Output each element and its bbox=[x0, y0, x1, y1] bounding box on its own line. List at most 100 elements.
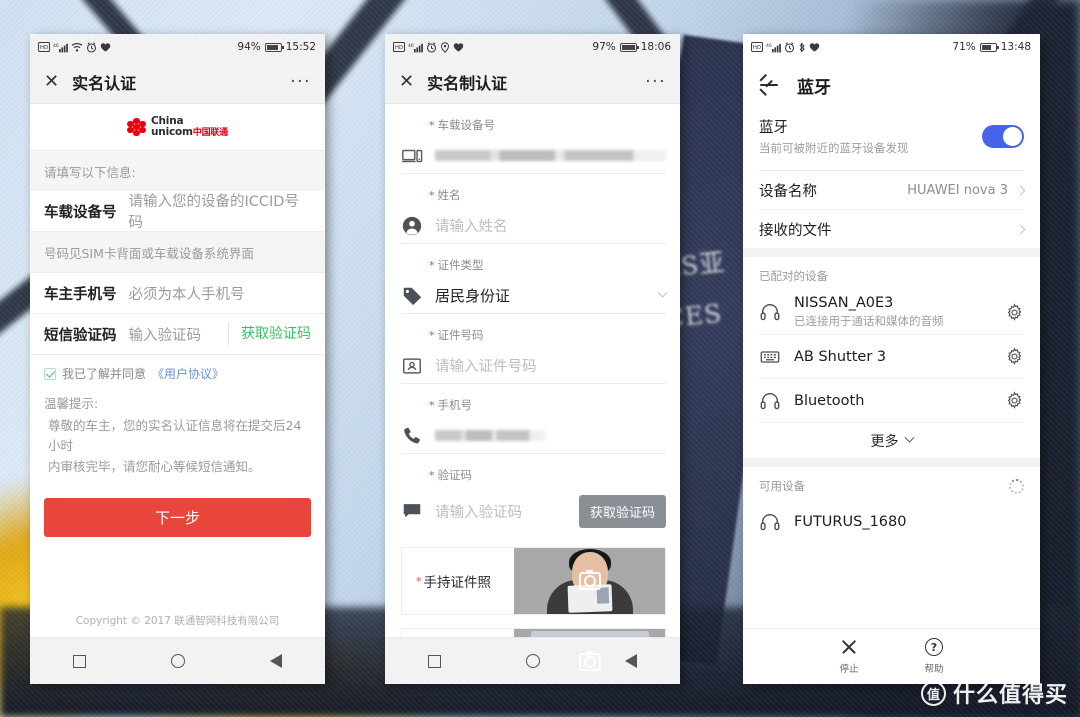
battery-percent: 94% bbox=[237, 41, 261, 53]
required-star: * bbox=[429, 469, 435, 482]
field-row-id-type[interactable]: 居民身份证 bbox=[401, 278, 668, 314]
agreement-checkbox[interactable] bbox=[44, 367, 56, 380]
field-label-verify-code: * 验证码 bbox=[429, 468, 472, 482]
android-nav-bar bbox=[30, 637, 325, 684]
help-question-icon: ? bbox=[925, 638, 943, 656]
more-dots-icon[interactable]: ··· bbox=[290, 72, 311, 92]
verification-form: * 车载设备号 * 姓名 请输入姓名 * 证件类型 居民身份证 * 证件号码 请… bbox=[385, 104, 680, 684]
name-input[interactable]: 请输入姓名 bbox=[435, 215, 508, 236]
field-row-id-number[interactable]: 请输入证件号码 bbox=[401, 348, 666, 384]
battery-percent: 97% bbox=[592, 41, 616, 53]
status-right: 71% 13:48 bbox=[952, 41, 1031, 53]
agreement-row[interactable]: 我已了解并同意 《用户协议》 bbox=[30, 355, 325, 388]
headset-icon bbox=[759, 301, 781, 323]
status-icons: HD 46 bbox=[751, 41, 820, 53]
camera-icon[interactable] bbox=[578, 570, 601, 590]
device-number-input[interactable]: 请输入您的设备的ICCID号码 bbox=[129, 190, 312, 232]
app-header: ✕ 实名认证 ··· bbox=[30, 60, 325, 104]
watermark-text: 什么值得买 bbox=[952, 683, 1068, 708]
page-title: 蓝牙 bbox=[797, 77, 831, 98]
svg-text:46: 46 bbox=[53, 43, 59, 49]
bluetooth-switch[interactable] bbox=[982, 124, 1024, 148]
gear-icon[interactable] bbox=[1005, 347, 1024, 366]
close-icon[interactable]: ✕ bbox=[399, 72, 414, 91]
upload-card-handheld-id[interactable]: *手持证件照 手持身份证照片，照片需清晰可辨认本人及身份证信息 bbox=[401, 547, 666, 615]
verify-code-input[interactable]: 请输入验证码 bbox=[435, 501, 522, 522]
field-row-sms-code[interactable]: 短信验证码 输入验证码 获取验证码 bbox=[30, 314, 325, 355]
keyboard-icon bbox=[759, 346, 781, 368]
id-type-value[interactable]: 居民身份证 bbox=[435, 285, 510, 306]
brand-line-2: unicom bbox=[151, 125, 193, 138]
row-label: 设备名称 bbox=[759, 183, 817, 200]
field-row-owner-phone[interactable]: 车主手机号 必须为本人手机号 bbox=[30, 273, 325, 314]
home-circle-icon[interactable] bbox=[525, 654, 540, 668]
back-arrow-icon[interactable] bbox=[759, 75, 779, 97]
camera-icon[interactable] bbox=[578, 651, 601, 671]
field-row-name[interactable]: 请输入姓名 bbox=[401, 208, 666, 244]
hd-icon: HD bbox=[38, 42, 50, 52]
paired-device-row[interactable]: Bluetooth bbox=[759, 378, 1024, 422]
get-sms-code-button[interactable]: 获取验证码 bbox=[228, 322, 311, 346]
field-row-device-number[interactable]: 车载设备号 请输入您的设备的ICCID号码 bbox=[30, 191, 325, 232]
more-dots-icon[interactable]: ··· bbox=[645, 72, 666, 92]
row-device-name[interactable]: 设备名称 HUAWEI nova 3 bbox=[759, 170, 1026, 209]
stop-scan-button[interactable]: 停止 bbox=[839, 638, 858, 675]
paired-device-row[interactable]: AB Shutter 3 bbox=[759, 334, 1024, 378]
svg-text:HD: HD bbox=[753, 45, 761, 51]
available-devices-title: 可用设备 bbox=[759, 479, 805, 493]
get-verify-code-button[interactable]: 获取验证码 bbox=[578, 494, 666, 528]
available-device-row[interactable]: FUTURUS_1680 bbox=[759, 500, 1024, 544]
clock: 13:48 bbox=[1000, 41, 1031, 53]
signal-icon: 46 bbox=[408, 42, 423, 53]
owner-phone-input[interactable]: 必须为本人手机号 bbox=[129, 283, 312, 304]
id-number-input[interactable]: 请输入证件号码 bbox=[435, 355, 537, 376]
field-label-device-number: * 车载设备号 bbox=[429, 118, 495, 132]
gear-icon[interactable] bbox=[1005, 391, 1024, 410]
device-number-value-redacted[interactable] bbox=[435, 150, 666, 161]
battery-icon bbox=[264, 42, 284, 52]
clock: 18:06 bbox=[640, 41, 671, 53]
svg-text:46: 46 bbox=[766, 43, 772, 49]
home-circle-icon[interactable] bbox=[170, 654, 185, 668]
chevron-down-icon[interactable] bbox=[657, 287, 668, 298]
signal-icon: 46 bbox=[766, 42, 781, 53]
bluetooth-toggle-sub: 当前可被附近的蓝牙设备发现 bbox=[759, 141, 909, 155]
hd-icon: HD bbox=[393, 42, 405, 52]
chevron-right-icon[interactable] bbox=[1015, 224, 1026, 234]
help-button[interactable]: ? 帮助 bbox=[925, 638, 944, 675]
paired-device-row[interactable]: NISSAN_A0E3 已连接用于通话和媒体的音频 bbox=[759, 290, 1024, 334]
svg-text:HD: HD bbox=[40, 45, 48, 51]
row-received-files[interactable]: 接收的文件 bbox=[759, 209, 1026, 248]
bluetooth-toggle-row[interactable]: 蓝牙 当前可被附近的蓝牙设备发现 bbox=[743, 110, 1040, 170]
upload-preview-handheld[interactable]: 手持身份证照片，照片需清晰可辨认本人及身份证信息 bbox=[514, 548, 665, 614]
next-step-button[interactable]: 下一步 bbox=[44, 497, 311, 537]
chevron-down-icon bbox=[904, 432, 914, 443]
recents-square-icon[interactable] bbox=[72, 654, 86, 668]
copyright-text: Copyright © 2017 联通智网科技有限公司 bbox=[75, 615, 280, 627]
device-name: Bluetooth bbox=[794, 392, 865, 409]
mobile-value-redacted[interactable] bbox=[435, 430, 545, 441]
field-row-verify-code[interactable]: 请输入验证码 获取验证码 bbox=[401, 488, 666, 534]
sms-code-input[interactable]: 输入验证码 bbox=[129, 324, 229, 345]
status-icons: HD 46 bbox=[393, 41, 464, 53]
back-triangle-icon[interactable] bbox=[270, 654, 283, 668]
field-label-id-type: * 证件类型 bbox=[429, 258, 484, 272]
user-agreement-link[interactable]: 《用户协议》 bbox=[152, 365, 224, 382]
chevron-right-icon[interactable] bbox=[1015, 185, 1026, 195]
bluetooth-icon bbox=[798, 42, 806, 53]
show-more-devices-button[interactable]: 更多 bbox=[759, 422, 1024, 458]
device-name: NISSAN_A0E3 bbox=[794, 295, 894, 311]
signal-icon: 46 bbox=[53, 42, 68, 53]
field-row-mobile[interactable] bbox=[401, 418, 666, 454]
required-star: * bbox=[429, 259, 435, 272]
gear-icon[interactable] bbox=[1005, 302, 1024, 322]
unicom-mark-icon bbox=[127, 117, 146, 137]
wifi-icon bbox=[71, 42, 83, 52]
field-row-device-number[interactable] bbox=[401, 138, 666, 174]
close-icon[interactable]: ✕ bbox=[44, 72, 59, 91]
brand-line-cn: 中国联通 bbox=[192, 127, 228, 138]
back-triangle-icon[interactable] bbox=[625, 654, 638, 668]
recents-square-icon[interactable] bbox=[427, 654, 441, 668]
available-devices-title-row: 可用设备 bbox=[743, 467, 1040, 500]
battery-icon bbox=[979, 42, 999, 52]
